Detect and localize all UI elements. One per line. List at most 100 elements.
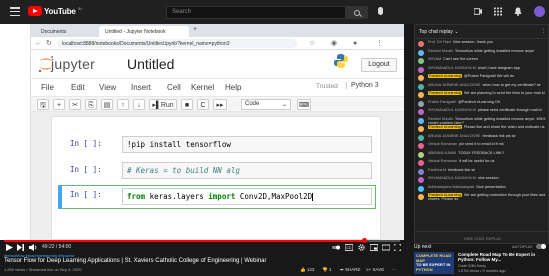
restart-run-all-icon[interactable]: ▸▸ (213, 99, 227, 110)
chat-author[interactable]: ABIRAMI AJIANI (428, 151, 456, 155)
chat-author-avatar[interactable] (418, 92, 424, 98)
logout-button[interactable]: Logout (361, 58, 397, 72)
chat-author[interactable]: Pantech eLearning (428, 91, 462, 95)
code-cell-selected[interactable]: In [ ]: from keras.layers import Conv2D,… (58, 185, 376, 209)
cut-icon[interactable]: ✂ (69, 99, 81, 110)
chat-message[interactable]: SHYAMAADUL KAVINIYA Mplease send certifi… (415, 108, 549, 117)
browser-tab-notebook[interactable]: Untitled - Jupyter Notebook (99, 26, 189, 37)
browser-tab-documents[interactable]: Documents (35, 26, 97, 37)
chat-message[interactable]: SHYAM Can't see the screen (415, 57, 549, 66)
move-down-icon[interactable]: ↓ (133, 99, 145, 110)
chat-author[interactable]: SHYAMAADUL KAVINIYA M (428, 176, 476, 180)
youtube-logo[interactable]: YouTube IN (28, 6, 82, 16)
up-next-channel[interactable]: Code With Harry (458, 264, 486, 268)
trusted-indicator[interactable]: Trusted (316, 83, 338, 90)
cell-input[interactable]: !pip install tensorflow (122, 136, 372, 153)
chat-message[interactable]: SHYAMAADUL KAVINIYA Mshall i have telegr… (415, 66, 549, 75)
chat-author-avatar[interactable] (418, 168, 424, 175)
notifications-bell-icon[interactable] (514, 7, 522, 16)
chat-header-title[interactable]: Top chat replay (419, 29, 453, 35)
chat-author-avatar[interactable] (418, 126, 424, 132)
chat-message[interactable]: Pantech eLearning Please like and share t… (415, 125, 549, 134)
chat-author[interactable]: Pavithra M (428, 168, 446, 172)
chat-author-avatar[interactable] (418, 75, 424, 81)
chat-message[interactable]: ARUNA JASMINE ANULOOSE when how to get my… (415, 83, 549, 92)
chat-message[interactable]: Adhinarayana Nallukalapati Nice presentat… (415, 185, 549, 194)
chat-author-avatar[interactable] (418, 49, 424, 56)
code-cell[interactable]: In [ ]: !pip install tensorflow (58, 135, 376, 155)
chat-message[interactable]: ARUNA JASMINE ANULOOSE feedback link pls … (415, 134, 549, 143)
chat-author-avatar[interactable] (418, 185, 424, 192)
profile-icon[interactable]: ● (353, 40, 357, 47)
chat-author[interactable]: Prof. DV Ravi (428, 40, 451, 44)
chat-message[interactable]: Pavithra Mfeedback link sir (415, 168, 549, 177)
chat-author-avatar[interactable] (418, 100, 424, 107)
chat-author[interactable]: Adhinarayana Nallukalapati (428, 185, 474, 189)
chat-author-avatar[interactable] (418, 109, 424, 115)
progress-scrubber[interactable] (362, 238, 368, 243)
interrupt-icon[interactable]: ■ (181, 99, 193, 110)
next-icon[interactable] (17, 244, 24, 251)
share-button[interactable]: ➦ SHARE (340, 267, 361, 273)
back-icon[interactable]: ← (35, 40, 42, 47)
chat-author[interactable]: Reshmi Moulik (428, 49, 453, 53)
chat-author-avatar[interactable] (418, 194, 424, 200)
chat-message[interactable]: Venkat Ramanan it will be useful for us (415, 159, 549, 168)
paste-icon[interactable]: ▤ (101, 99, 113, 110)
new-tab-icon[interactable]: + (193, 26, 197, 33)
command-palette-icon[interactable]: ⌨ (297, 99, 311, 110)
reload-icon[interactable]: ↻ (46, 40, 52, 47)
cell-input[interactable]: from keras.layers import Conv2D,MaxPool2… (122, 188, 372, 205)
volume-icon[interactable] (29, 244, 38, 251)
menu-view[interactable]: View (99, 83, 116, 92)
user-avatar[interactable] (534, 6, 545, 17)
browser-menu-icon[interactable]: ⋮ (376, 40, 383, 47)
dislike-button[interactable]: 👎 1 (322, 267, 331, 273)
chat-author-avatar[interactable] (418, 117, 424, 124)
save-button[interactable]: ≡+ SAVE (366, 267, 384, 272)
extension-icon[interactable]: ◉ (331, 40, 337, 47)
menu-file[interactable]: File (41, 83, 54, 92)
up-next-thumbnail[interactable]: COMPLETE ROAD MAP TO BE EXPERT IN PYTHON (414, 252, 454, 274)
menu-edit[interactable]: Edit (71, 83, 85, 92)
code-cell[interactable]: In [ ]: # Keras = to build NN alg (58, 161, 376, 181)
run-button[interactable]: ▸▌Run (149, 99, 177, 110)
chevron-down-icon[interactable]: ⌄ (454, 29, 458, 35)
search-button[interactable] (346, 6, 368, 19)
chat-more-icon[interactable]: ⋮ (541, 28, 546, 34)
chat-author[interactable]: ARUNA JASMINE ANULOOSE (428, 134, 481, 138)
bookmark-star-icon[interactable]: ☆ (309, 40, 315, 47)
chat-author-avatar[interactable] (418, 41, 424, 47)
menu-insert[interactable]: Insert (131, 83, 151, 92)
hamburger-menu-icon[interactable] (10, 7, 20, 16)
chat-author[interactable]: Venkat Ramanan (428, 159, 457, 163)
up-next-title[interactable]: Complete Road Map To Be Expert in Python… (458, 252, 548, 262)
chat-message[interactable]: Reshmi Moulik Tensorflow while getting in… (415, 117, 549, 126)
chat-message[interactable]: Venkat Ramanan plz send it to email id if… (415, 142, 549, 151)
microphone-icon[interactable] (378, 7, 383, 15)
chat-message[interactable]: SHYAMAADUL KAVINIYA Mnice session (415, 176, 549, 185)
chat-author-avatar[interactable] (418, 66, 424, 73)
cell-input[interactable]: # Keras = to build NN alg (122, 162, 372, 179)
theater-mode-icon[interactable] (382, 244, 390, 251)
chat-author[interactable]: ARUNA JASMINE ANULOOSE (428, 83, 481, 87)
chat-message[interactable]: ABIRAMI AJIANI TODAY FEEDBACK LINK? (415, 151, 549, 160)
autoplay-toggle[interactable] (536, 244, 546, 249)
menu-help[interactable]: Help (225, 83, 241, 92)
more-actions-icon[interactable]: ⋯ (392, 267, 397, 273)
copy-icon[interactable]: ⎘ (85, 99, 97, 110)
notebook-name[interactable]: Untitled (127, 56, 174, 72)
move-up-icon[interactable]: ↑ (117, 99, 129, 110)
create-video-icon[interactable] (474, 7, 482, 16)
chat-message[interactable]: Pantech eLearning @Prabin Panigrahi We wi… (415, 74, 549, 83)
restart-icon[interactable]: C (197, 99, 209, 110)
chat-author-avatar[interactable] (418, 134, 424, 141)
chat-message[interactable]: Prabin Panigrahi @Pantech eLearning OK (415, 100, 549, 109)
chat-message[interactable]: Pantech eLearning We are planning to send… (415, 91, 549, 100)
kernel-indicator[interactable]: Python 3 (346, 82, 379, 89)
miniplayer-icon[interactable] (370, 244, 378, 251)
chat-author-avatar[interactable] (418, 177, 424, 183)
settings-gear-icon[interactable] (358, 244, 365, 251)
chat-author-avatar[interactable] (418, 143, 424, 149)
search-input[interactable]: Search (166, 6, 346, 19)
